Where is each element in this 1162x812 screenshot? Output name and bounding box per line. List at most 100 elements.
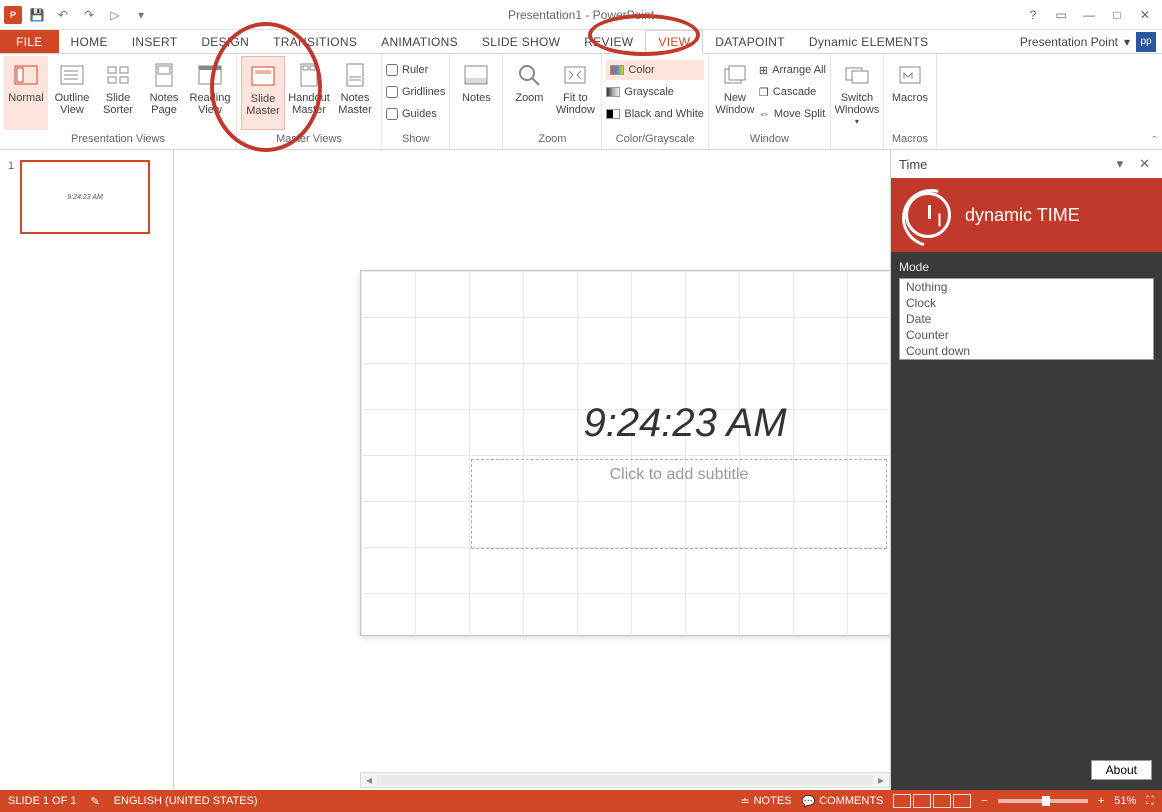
cascade-button[interactable]: ❐Cascade [759,82,826,102]
start-from-beginning-icon[interactable]: ▷ [104,4,126,26]
slide-canvas[interactable]: 9:24:23 AM Click to add subtitle ◂ ▸ [174,150,890,790]
group-show: Ruler Gridlines Guides Show [382,54,450,149]
guides-checkbox[interactable]: Guides [386,104,445,124]
window-title: Presentation1 - PowerPoint [508,8,654,22]
sorter-view-icon[interactable] [913,794,931,808]
new-window-button[interactable]: New Window [713,56,757,130]
minimize-button[interactable]: — [1076,4,1102,26]
reading-view-icon[interactable] [933,794,951,808]
group-label [835,133,879,149]
slide-number: 1 [8,160,14,234]
notes-button[interactable]: Notes [454,56,498,130]
normal-view-button[interactable]: Normal [4,56,48,130]
scroll-right-icon[interactable]: ▸ [873,773,889,787]
notes-master-button[interactable]: Notes Master [333,56,377,130]
undo-icon[interactable]: ↶ [52,4,74,26]
mode-listbox[interactable]: Nothing Clock Date Counter Count down [899,278,1154,360]
group-label: Master Views [241,133,377,149]
qat-more-icon[interactable]: ▾ [130,4,152,26]
tab-slideshow[interactable]: SLIDE SHOW [470,30,572,53]
ribbon-tabs: FILE HOME INSERT DESIGN TRANSITIONS ANIM… [0,30,1162,54]
about-button[interactable]: About [1091,760,1152,780]
comments-toggle[interactable]: 💬 COMMENTS [802,795,884,808]
group-presentation-views: Normal Outline View Slide Sorter Notes P… [0,54,237,149]
group-label: Zoom [507,133,597,149]
slide-thumbnail[interactable]: 9:24:23 AM [20,160,150,234]
redo-icon[interactable]: ↷ [78,4,100,26]
color-button[interactable]: Color [606,60,703,80]
tab-home[interactable]: HOME [59,30,120,53]
mode-option[interactable]: Counter [900,327,1153,343]
slide-master-button[interactable]: Slide Master [241,56,285,130]
slide-counter[interactable]: SLIDE 1 OF 1 [8,795,76,807]
group-switch-windows: Switch Windows▾ [831,54,884,149]
powerpoint-app-icon: P [4,6,22,24]
spellcheck-icon[interactable]: ✎ [90,795,99,808]
slide-title-text[interactable]: 9:24:23 AM [361,401,890,446]
scroll-left-icon[interactable]: ◂ [361,773,377,787]
collapse-ribbon-icon[interactable]: ˆ [1152,135,1156,147]
subtitle-placeholder[interactable]: Click to add subtitle [471,459,887,549]
tab-transitions[interactable]: TRANSITIONS [261,30,369,53]
tab-review[interactable]: REVIEW [572,30,645,53]
mode-option[interactable]: Count down [900,343,1153,359]
tab-datapoint[interactable]: DATAPOINT [703,30,797,53]
zoom-in-button[interactable]: + [1098,795,1104,807]
pane-close-icon[interactable]: ✕ [1135,156,1154,172]
handout-master-button[interactable]: Handout Master [287,56,331,130]
zoom-out-button[interactable]: − [981,795,987,807]
tab-animations[interactable]: ANIMATIONS [369,30,470,53]
pane-brand: dynamic TIME [891,178,1162,252]
fit-to-window-button[interactable]: Fit to Window [553,56,597,130]
tab-view[interactable]: VIEW [645,30,703,54]
view-shortcuts [893,794,971,808]
pane-body: Mode Nothing Clock Date Counter Count do… [891,252,1162,790]
pane-header: Time ▾ ✕ [891,150,1162,178]
close-button[interactable]: ✕ [1132,4,1158,26]
save-icon[interactable]: 💾 [26,4,48,26]
outline-view-button[interactable]: Outline View [50,56,94,130]
reading-view-button[interactable]: Reading View [188,56,232,130]
mode-option[interactable]: Nothing [900,279,1153,295]
ribbon: Normal Outline View Slide Sorter Notes P… [0,54,1162,150]
notes-toggle[interactable]: ≐ NOTES [740,795,791,808]
zoom-button[interactable]: Zoom [507,56,551,130]
slideshow-view-icon[interactable] [953,794,971,808]
slide-sorter-button[interactable]: Slide Sorter [96,56,140,130]
tab-insert[interactable]: INSERT [120,30,190,53]
tab-file[interactable]: FILE [0,30,59,53]
normal-view-icon[interactable] [893,794,911,808]
account-area[interactable]: Presentation Point▾ pp [1020,30,1162,53]
slide[interactable]: 9:24:23 AM Click to add subtitle [360,270,890,636]
arrange-all-button[interactable]: ⊞Arrange All [759,60,826,80]
work-area: 1 9:24:23 AM 9:24:23 AM Click to add sub… [0,150,1162,790]
notes-page-button[interactable]: Notes Page [142,56,186,130]
account-badge: pp [1136,32,1156,52]
horizontal-scrollbar[interactable]: ◂ ▸ [360,772,890,788]
title-bar: P 💾 ↶ ↷ ▷ ▾ Presentation1 - PowerPoint ?… [0,0,1162,30]
black-white-button[interactable]: Black and White [606,104,703,124]
quick-access-toolbar: P 💾 ↶ ↷ ▷ ▾ [0,4,152,26]
move-split-button[interactable]: ⇔Move Split [759,104,826,124]
zoom-slider[interactable] [998,799,1088,803]
tab-dynamic-elements[interactable]: Dynamic ELEMENTS [797,30,941,53]
group-master-views: Slide Master Handout Master Notes Master… [237,54,382,149]
macros-button[interactable]: Macros [888,56,932,130]
group-label: Window [713,133,826,149]
tab-design[interactable]: DESIGN [189,30,261,53]
mode-option[interactable]: Date [900,311,1153,327]
restore-button[interactable]: □ [1104,4,1130,26]
group-label: Show [386,133,445,149]
ribbon-display-options-icon[interactable]: ▭ [1048,4,1074,26]
language-indicator[interactable]: ENGLISH (UNITED STATES) [114,795,258,807]
zoom-level[interactable]: 51% [1114,795,1136,807]
pane-dropdown-icon[interactable]: ▾ [1113,156,1128,172]
gridlines-checkbox[interactable]: Gridlines [386,82,445,102]
ruler-checkbox[interactable]: Ruler [386,60,445,80]
switch-windows-button[interactable]: Switch Windows▾ [835,56,879,130]
help-icon[interactable]: ? [1020,4,1046,26]
status-bar: SLIDE 1 OF 1 ✎ ENGLISH (UNITED STATES) ≐… [0,790,1162,812]
grayscale-button[interactable]: Grayscale [606,82,703,102]
mode-option[interactable]: Clock [900,295,1153,311]
fit-to-window-icon[interactable]: ⛶ [1146,795,1154,808]
